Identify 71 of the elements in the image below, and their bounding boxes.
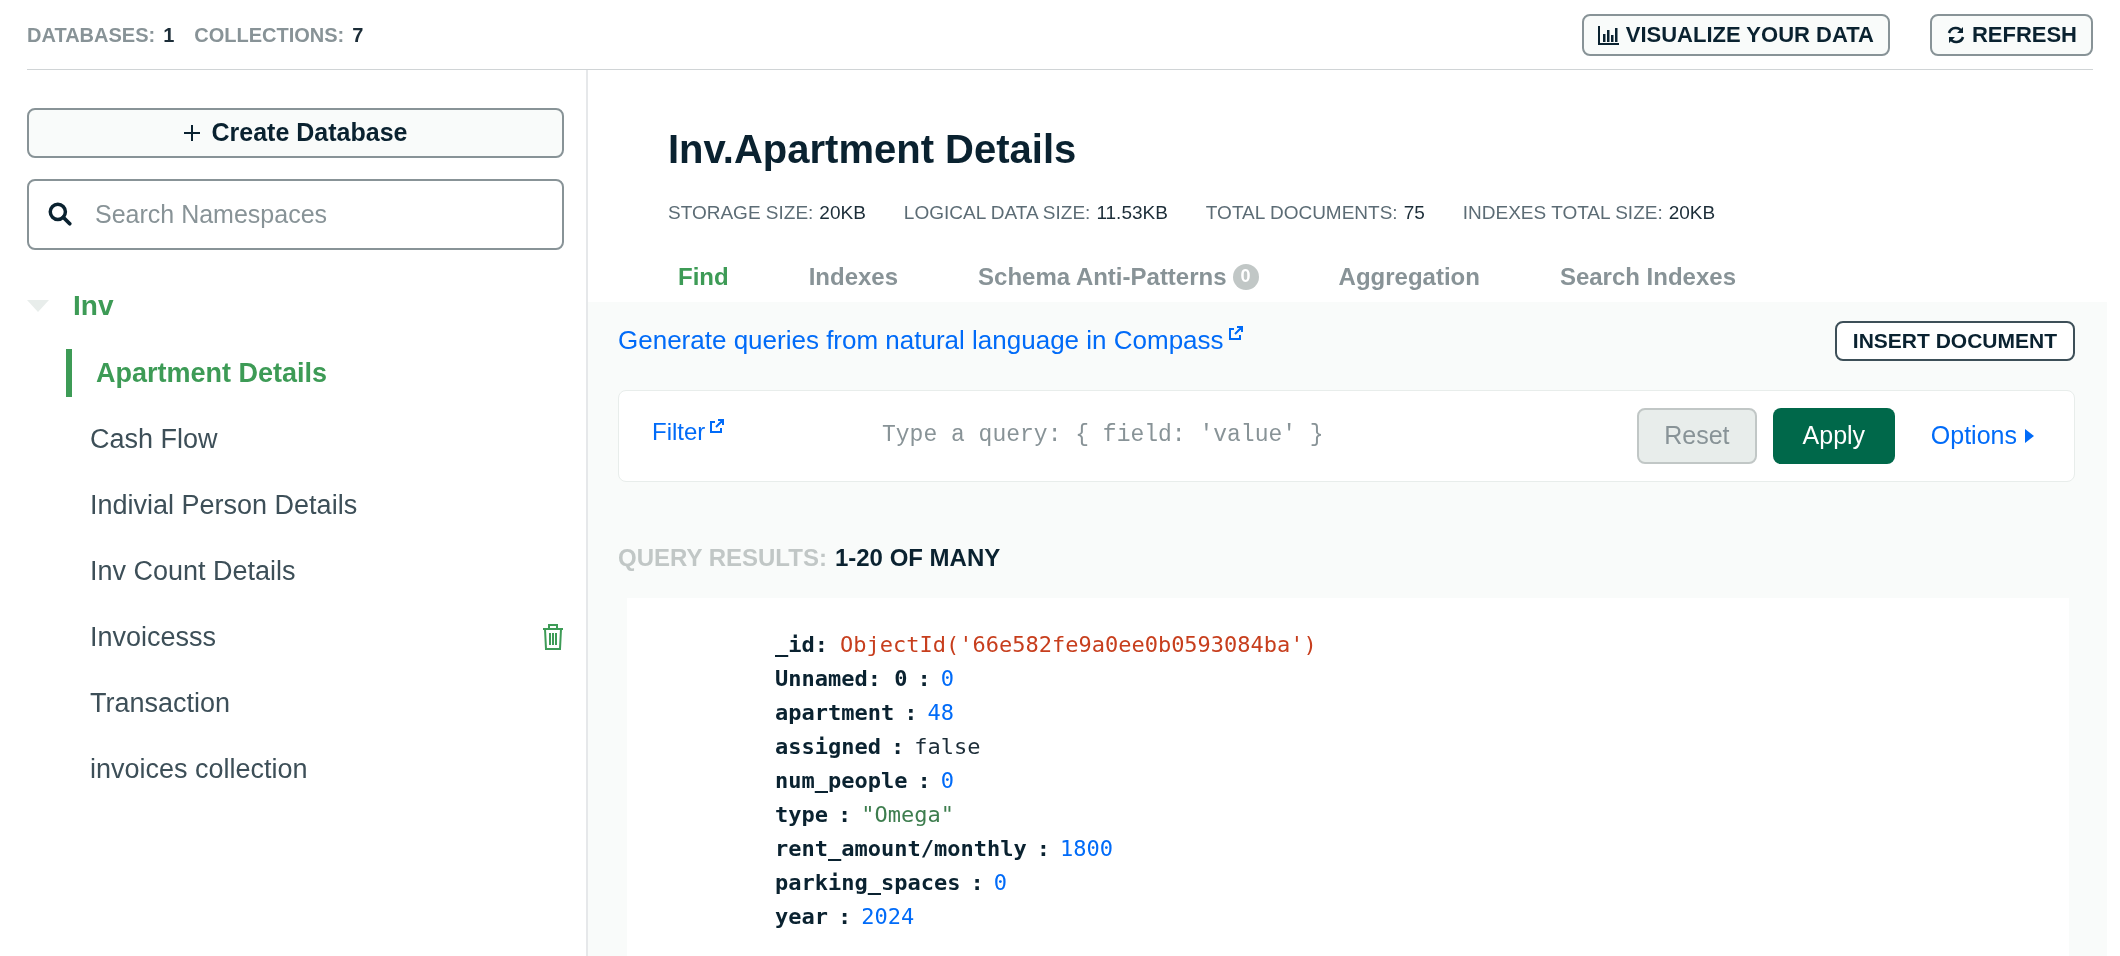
search-field[interactable]: Search Namespaces: [27, 179, 564, 250]
field-separator: :: [917, 766, 931, 795]
refresh-icon: [1945, 24, 1966, 45]
external-link-icon: [709, 417, 726, 434]
collection-item[interactable]: Transaction: [90, 682, 231, 724]
field-key: year: [775, 899, 828, 934]
insert-document-button[interactable]: INSERT DOCUMENT: [1834, 320, 2075, 361]
results-range: 1-20 OF MANY: [834, 542, 1001, 573]
stat-value: 1: [163, 22, 175, 48]
trash-icon[interactable]: [542, 623, 564, 651]
field-separator: :: [814, 630, 828, 659]
results-label: QUERY RESULTS:: [618, 542, 827, 573]
stat-label: INDEXES TOTAL SIZE:: [1462, 201, 1663, 225]
options-button[interactable]: Options: [1930, 416, 2034, 455]
stat-value: 20KB: [1668, 201, 1716, 225]
stat-value: 75: [1403, 201, 1425, 225]
stat-label: LOGICAL DATA SIZE:: [903, 201, 1091, 225]
field-value: "Omega": [861, 800, 954, 829]
field-separator: :: [970, 868, 984, 897]
field-value: 0: [993, 868, 1007, 897]
database-item[interactable]: Inv: [73, 285, 114, 327]
field-value: 2024: [861, 902, 915, 931]
query-field[interactable]: Type a query: { field: 'value' }: [882, 418, 1637, 453]
field-key: num_people: [775, 763, 908, 798]
apply-button[interactable]: Apply: [1772, 407, 1895, 464]
field-key: type: [775, 797, 828, 832]
collection-title: Inv.Apartment Details: [668, 126, 1078, 173]
plus-icon: [183, 125, 200, 141]
search-icon: [47, 201, 73, 227]
stat-value: 11.53KB: [1096, 201, 1168, 225]
collection-item[interactable]: Indivial Person Details: [90, 484, 358, 526]
selection-indicator: [66, 349, 72, 397]
stat-label: STORAGE SIZE:: [668, 201, 814, 225]
collection-item[interactable]: invoices collection: [90, 748, 308, 790]
count-badge: 0: [1232, 263, 1259, 290]
field-value: 0: [940, 664, 954, 693]
create-database-button[interactable]: Create Database: [27, 108, 564, 158]
field-value: ObjectId('66e582fe9a0ee0b0593084ba'): [840, 630, 1317, 659]
collection-item[interactable]: Inv Count Details: [90, 550, 296, 592]
field-separator: :: [1036, 834, 1050, 863]
field-key: Unnamed: 0: [775, 661, 908, 696]
bar-chart-icon: [1597, 24, 1620, 45]
stat-label: TOTAL DOCUMENTS:: [1205, 201, 1398, 225]
field-value: 48: [927, 698, 954, 727]
field-separator: :: [904, 698, 918, 727]
field-separator: :: [838, 800, 852, 829]
compass-link[interactable]: Generate queries from natural language in Compass: [618, 321, 1244, 360]
stat-value: 20KB: [819, 201, 866, 225]
stat-label: DATABASES:: [27, 22, 156, 48]
stat-label: COLLECTIONS:: [194, 22, 345, 48]
external-link-icon: [1227, 325, 1244, 341]
filter-link[interactable]: Filter: [652, 413, 882, 450]
tab[interactable]: Find: [678, 258, 729, 295]
collection-item[interactable]: Apartment Details: [96, 352, 328, 394]
stat-value: 7: [352, 22, 364, 48]
field-key: _id: [775, 627, 815, 662]
field-key: assigned: [775, 729, 881, 764]
field-key: parking_spaces: [775, 865, 961, 900]
field-separator: :: [890, 732, 905, 761]
field-key: rent_amount/monthly: [775, 831, 1027, 866]
field-value: 1800: [1059, 834, 1113, 863]
visualize-button[interactable]: VISUALIZE YOUR DATA: [1581, 13, 1890, 56]
field-value: 0: [940, 766, 954, 795]
collection-item[interactable]: Invoicesss: [90, 616, 217, 658]
collection-item[interactable]: Cash Flow: [90, 418, 218, 460]
refresh-button[interactable]: REFRESH: [1929, 13, 2093, 56]
field-key: apartment: [775, 695, 895, 730]
field-separator: :: [917, 664, 931, 693]
field-value: false: [914, 732, 981, 761]
field-separator: :: [838, 902, 852, 931]
caret-icon: [2025, 428, 2034, 443]
